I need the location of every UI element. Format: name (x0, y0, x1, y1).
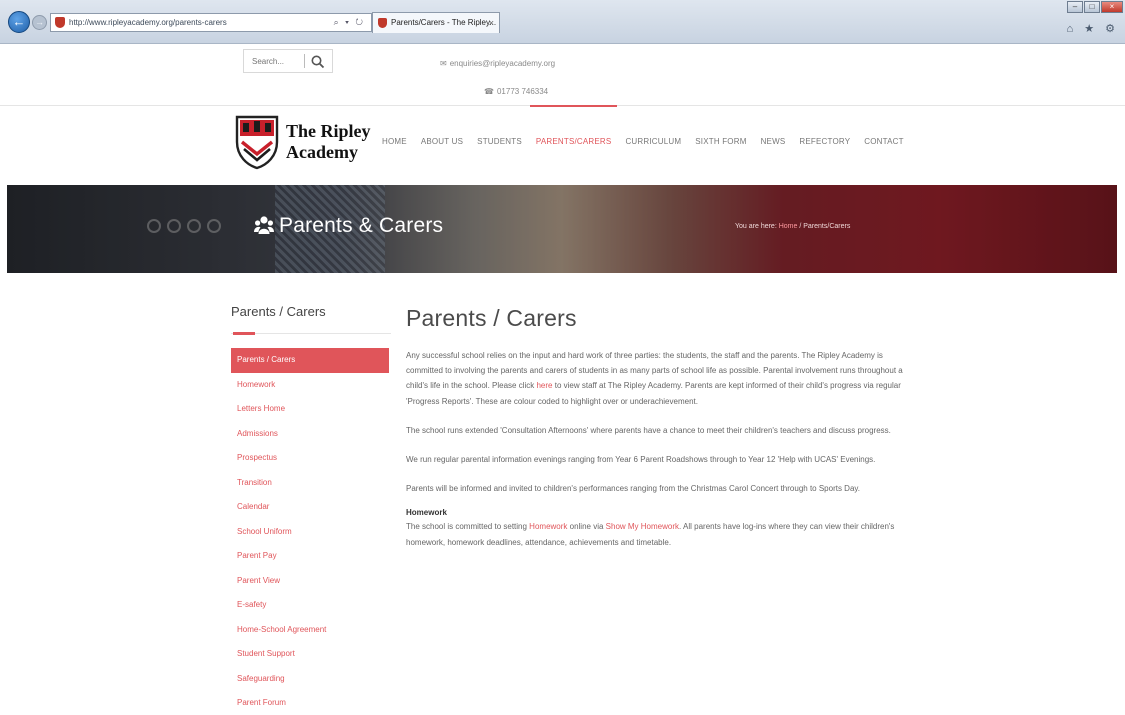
logo-text: The Ripley Academy (286, 121, 371, 163)
nav-item-about-us[interactable]: ABOUT US (421, 137, 463, 146)
nav-item-refectory[interactable]: REFECTORY (799, 137, 850, 146)
search-divider (304, 54, 305, 68)
sidebar-item-prospectus[interactable]: Prospectus (231, 446, 391, 471)
site-logo[interactable]: The Ripley Academy (234, 114, 371, 170)
homework-paragraph: The school is committed to setting Homew… (406, 519, 916, 549)
browser-home-favorites-settings-icons[interactable]: ⌂ ★ ⚙ (1067, 22, 1119, 35)
homework-text-a: The school is committed to setting (406, 522, 530, 532)
banner-overlay (7, 185, 1117, 273)
minimize-button[interactable]: – (1067, 1, 1083, 13)
nav-item-home[interactable]: HOME (382, 137, 407, 146)
sidebar-item-letters-home[interactable]: Letters Home (231, 397, 391, 422)
homework-heading: Homework (406, 508, 447, 518)
sidebar: Parents / Carers Parents / Carers Homewo… (231, 304, 391, 715)
close-window-button[interactable]: × (1101, 1, 1123, 13)
contact-email[interactable]: ✉ enquiries@ripleyacademy.org (440, 59, 555, 68)
nav-item-contact[interactable]: CONTACT (864, 137, 903, 146)
consultation-paragraph: The school runs extended 'Consultation A… (406, 425, 891, 435)
logo-line-1: The Ripley (286, 121, 371, 141)
address-bar[interactable]: http://www.ripleyacademy.org/parents-car… (50, 13, 372, 32)
sidebar-title: Parents / Carers (231, 304, 326, 319)
sidebar-item-admissions[interactable]: Admissions (231, 422, 391, 447)
breadcrumb-prefix: You are here: (735, 223, 779, 230)
browser-tab[interactable]: Parents/Carers - The Ripley... × (372, 12, 500, 33)
phone-icon: ☎ (484, 87, 494, 96)
sidebar-item-calendar[interactable]: Calendar (231, 495, 391, 520)
sidebar-item-student-support[interactable]: Student Support (231, 642, 391, 667)
sidebar-item-parent-pay[interactable]: Parent Pay (231, 544, 391, 569)
nav-item-students[interactable]: STUDENTS (477, 137, 522, 146)
phone-text: 01773 746334 (496, 87, 549, 96)
forward-arrow-icon[interactable]: → (32, 15, 47, 30)
nav-item-sixth-form[interactable]: SIXTH FORM (695, 137, 746, 146)
search-input[interactable] (244, 50, 302, 72)
browser-toolbar: ← → http://www.ripleyacademy.org/parents… (0, 0, 1125, 44)
sidebar-item-home-school-agreement[interactable]: Home-School Agreement (231, 618, 391, 643)
tab-title: Parents/Carers - The Ripley... (391, 18, 497, 27)
back-arrow-icon[interactable]: ← (8, 11, 30, 33)
sidebar-item-homework[interactable]: Homework (231, 373, 391, 398)
search-box (243, 49, 333, 73)
nav-item-parents-carers[interactable]: PARENTS/CARERS (529, 105, 617, 146)
intro-paragraph: Any successful school relies on the inpu… (406, 348, 916, 409)
sidebar-item-e-safety[interactable]: E-safety (231, 593, 391, 618)
show-my-homework-link[interactable]: Show My Homework (606, 522, 679, 531)
address-text: http://www.ripleyacademy.org/parents-car… (69, 18, 227, 27)
sidebar-menu: Parents / Carers Homework Letters Home A… (231, 348, 391, 715)
breadcrumb-home-link[interactable]: Home (779, 223, 798, 230)
maximize-button[interactable]: □ (1084, 1, 1100, 13)
email-text: enquiries@ripleyacademy.org (449, 59, 556, 68)
hero-banner: Parents & Carers You are here: Home / Pa… (7, 185, 1117, 273)
homework-link[interactable]: Homework (529, 522, 567, 531)
logo-line-2: Academy (286, 142, 358, 162)
envelope-icon: ✉ (440, 59, 447, 68)
sidebar-item-parent-forum[interactable]: Parent Forum (231, 691, 391, 715)
sidebar-item-transition[interactable]: Transition (231, 471, 391, 496)
hero-title: Parents & Carers (279, 214, 444, 237)
page-title: Parents / Carers (406, 305, 577, 331)
breadcrumb-current: / Parents/Carers (797, 223, 851, 230)
main-navigation: HOME ABOUT US STUDENTS PARENTS/CARERS CU… (382, 105, 918, 146)
information-evenings-paragraph: We run regular parental information even… (406, 455, 876, 465)
address-controls[interactable]: ⌕ ▾ ↻ (334, 14, 365, 31)
performances-paragraph: Parents will be informed and invited to … (406, 484, 861, 494)
site-favicon-icon (55, 17, 65, 28)
sidebar-item-school-uniform[interactable]: School Uniform (231, 520, 391, 545)
tab-close-icon[interactable]: × (489, 13, 494, 33)
contact-phone: ☎ 01773 746334 (484, 87, 548, 96)
tab-favicon-icon (378, 18, 387, 28)
site-header: The Ripley Academy HOME ABOUT US STUDENT… (0, 105, 1125, 185)
sidebar-divider (231, 332, 391, 335)
top-bar: ✉enquiries@ripleyacademy.org ☎01773 7463… (0, 44, 1125, 106)
sidebar-item-parent-view[interactable]: Parent View (231, 569, 391, 594)
staff-here-link[interactable]: here (536, 381, 552, 390)
window-controls: – □ × (1066, 1, 1123, 15)
nav-item-news[interactable]: NEWS (761, 137, 786, 146)
search-icon[interactable] (310, 54, 326, 70)
school-crest-icon (235, 115, 279, 170)
sidebar-item-parents-carers[interactable]: Parents / Carers (231, 348, 389, 373)
nav-item-curriculum[interactable]: CURRICULUM (625, 137, 681, 146)
homework-text-b: online via (567, 522, 606, 532)
breadcrumb: You are here: Home / Parents/Carers (735, 223, 850, 230)
sidebar-item-safeguarding[interactable]: Safeguarding (231, 667, 391, 692)
users-icon (254, 216, 274, 234)
main-content: Parents / Carers Any successful school r… (406, 305, 916, 550)
